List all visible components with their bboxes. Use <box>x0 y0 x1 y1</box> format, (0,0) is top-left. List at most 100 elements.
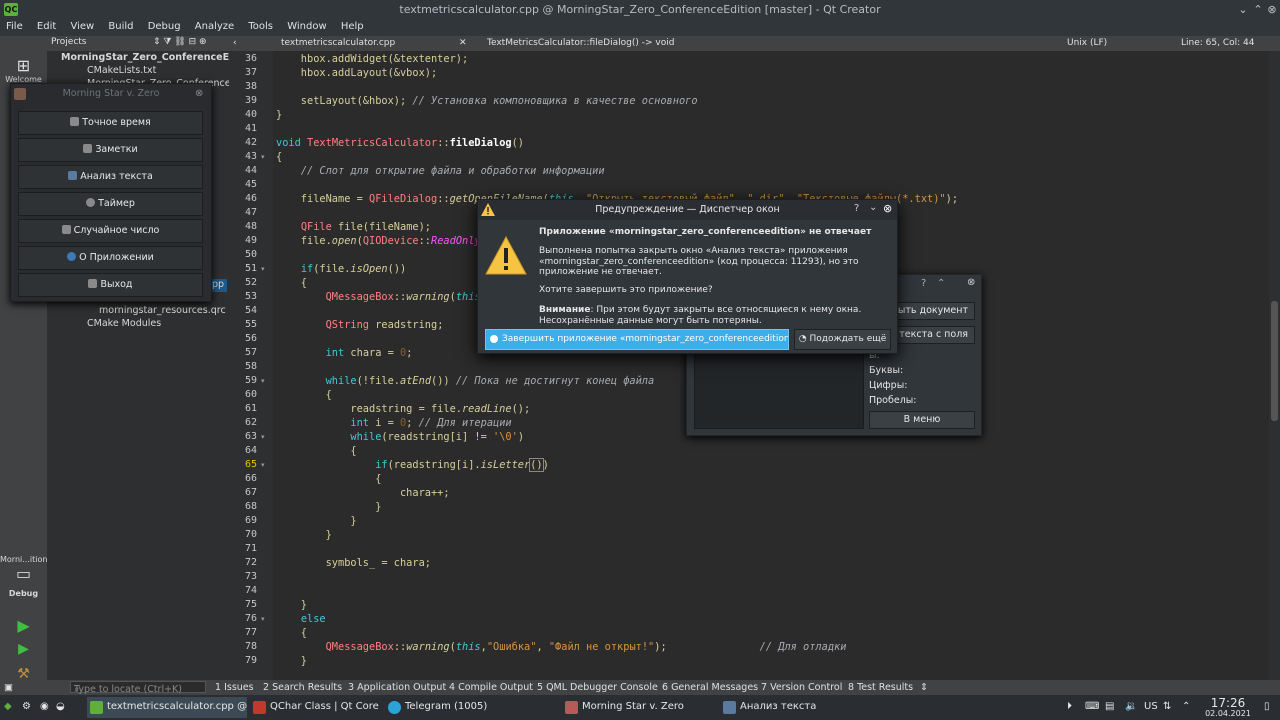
tab-issues[interactable]: 1 Issues <box>215 682 254 693</box>
about-button[interactable]: О Приложении <box>18 246 203 270</box>
browser-icon[interactable]: ◒ <box>56 701 65 712</box>
code-line[interactable]: } <box>276 599 307 611</box>
exit-button[interactable]: Выход <box>18 273 203 297</box>
code-line[interactable]: file.open(QIODevice::ReadOnly); <box>276 235 493 247</box>
code-line[interactable]: symbols_ = chara; <box>276 557 431 569</box>
menu-tools[interactable]: Tools <box>242 20 278 32</box>
menu-file[interactable]: File <box>0 20 28 32</box>
filter-icon[interactable]: ⇕ ⧩ ⛓ ⊟ ⊕ <box>153 37 207 47</box>
code-line[interactable]: } <box>276 515 356 527</box>
mode-welcome[interactable]: ⊞ Welcome <box>0 56 47 84</box>
code-line[interactable]: else <box>276 613 326 625</box>
code-line[interactable]: } <box>276 501 381 513</box>
scroll-thumb[interactable] <box>1271 301 1278 421</box>
code-line[interactable]: QMessageBox::warning(this <box>276 291 481 303</box>
tab-compile-output[interactable]: 4 Compile Output <box>449 682 533 693</box>
code-line[interactable]: { <box>276 473 381 485</box>
code-line[interactable]: QFile file(fileName); <box>276 221 431 233</box>
network-icon[interactable]: ⇅ <box>1163 701 1171 712</box>
tree-item-resources[interactable]: morningstar_resources.qrc <box>99 305 226 318</box>
code-line[interactable]: if(readstring[i].isLetter()) <box>276 458 549 472</box>
keyboard-layout[interactable]: US <box>1144 701 1158 712</box>
chevron-down-icon[interactable]: ⌄ <box>869 202 877 213</box>
menu-view[interactable]: View <box>64 20 99 32</box>
code-line[interactable]: if(file.isOpen()) <box>276 263 406 275</box>
clipboard-icon[interactable]: ▤ <box>1105 701 1114 712</box>
task-telegram[interactable]: Telegram (1005) <box>385 697 525 718</box>
fold-marker-icon[interactable]: ▾ <box>261 153 265 161</box>
code-line[interactable]: // Слот для открытие файла и обработки и… <box>276 165 605 177</box>
tab-general-messages[interactable]: 6 General Messages <box>662 682 758 693</box>
code-line[interactable]: hbox.addWidget(&textenter); <box>276 53 468 65</box>
notes-button[interactable]: Заметки <box>18 138 203 162</box>
code-line[interactable]: { <box>276 389 332 401</box>
tray-expand-icon[interactable]: ⌃ <box>1182 701 1190 712</box>
fold-marker-icon[interactable]: ▾ <box>261 265 265 273</box>
code-line[interactable]: readstring = file.readLine(); <box>276 403 530 415</box>
debug-run-icon[interactable]: ▶ <box>0 641 47 657</box>
app-launcher-icon[interactable]: ◆ <box>4 701 12 712</box>
timer-button[interactable]: Таймер <box>18 192 203 216</box>
sidebar-toggle-icon[interactable]: ▣ <box>4 682 13 693</box>
code-line[interactable]: chara++; <box>276 487 450 499</box>
clock-date[interactable]: 02.04.2021 <box>1200 709 1256 718</box>
wait-button[interactable]: ◔ Подождать ещё <box>794 329 891 350</box>
show-desktop-icon[interactable]: ▯ <box>1264 701 1270 712</box>
code-line[interactable]: int chara = 0; <box>276 347 413 359</box>
tab-qml-debugger[interactable]: 5 QML Debugger Console <box>537 682 658 693</box>
kit-selector[interactable]: Morni...ition ▭ Debug <box>0 555 47 598</box>
fold-marker-icon[interactable]: ▾ <box>261 377 265 385</box>
menu-window[interactable]: Window <box>281 20 331 32</box>
chevron-up-icon[interactable]: ⌃ <box>937 278 945 289</box>
exact-time-button[interactable]: Точное время <box>18 111 203 135</box>
code-line[interactable]: hbox.addLayout(&vbox); <box>276 67 437 79</box>
random-number-button[interactable]: Случайное число <box>18 219 203 243</box>
code-line[interactable]: { <box>276 277 307 289</box>
fold-marker-icon[interactable]: ▾ <box>261 615 265 623</box>
tree-item-cmake-modules[interactable]: CMake Modules <box>87 318 161 331</box>
back-arrow-icon[interactable]: ‹ <box>233 38 237 48</box>
task-text-analysis[interactable]: Анализ текста <box>720 697 875 718</box>
encoding-label[interactable]: Unix (LF) <box>1067 38 1107 48</box>
tree-item-cmakelists[interactable]: CMakeLists.txt <box>87 65 156 78</box>
code-line[interactable]: QString readstring; <box>276 319 444 331</box>
code-line[interactable]: setLayout(&hbox); // Установка компоновщ… <box>276 95 698 107</box>
chevron-up-icon[interactable]: ⌃ <box>1251 3 1265 17</box>
close-window-button[interactable]: ⊗ <box>1265 3 1279 17</box>
task-browser[interactable]: QChar Class | Qt Core 5.... <box>250 697 382 718</box>
tab-test-results[interactable]: 8 Test Results <box>848 682 913 693</box>
menu-build[interactable]: Build <box>102 20 138 32</box>
chevron-down-icon[interactable]: ⌄ <box>1236 3 1250 17</box>
menu-edit[interactable]: Edit <box>31 20 61 32</box>
task-morningstar[interactable]: Morning Star v. Zero <box>562 697 717 718</box>
code-line[interactable]: { <box>276 627 307 639</box>
code-line[interactable]: int i = 0; // Для итерации <box>276 417 511 429</box>
locate-input[interactable]: ⌕ Type to locate (Ctrl+K) <box>70 681 206 695</box>
code-line[interactable]: } <box>276 655 307 667</box>
menu-analyze[interactable]: Analyze <box>189 20 239 32</box>
tab-search-results[interactable]: 2 Search Results <box>263 682 342 693</box>
fold-marker-icon[interactable]: ▾ <box>261 461 265 469</box>
help-icon[interactable]: ? <box>921 278 926 289</box>
menu-help[interactable]: Help <box>335 20 369 32</box>
code-line[interactable]: QMessageBox::warning(this,"Ошибка", "Фай… <box>276 641 847 653</box>
text-analysis-button[interactable]: Анализ текста <box>18 165 203 189</box>
code-line[interactable]: { <box>276 445 356 457</box>
volume-icon[interactable]: 🔉 <box>1125 701 1137 712</box>
tree-item-project[interactable]: MorningStar_Zero_ConferenceE <box>61 52 229 65</box>
code-line[interactable]: { <box>276 151 282 163</box>
close-icon[interactable]: ⊗ <box>195 88 203 99</box>
settings-icon[interactable]: ⚙ <box>22 701 31 712</box>
code-line[interactable]: } <box>276 529 332 541</box>
run-icon[interactable]: ▶ <box>0 616 47 635</box>
file-combo[interactable]: textmetricscalculator.cpp <box>281 38 395 48</box>
discord-icon[interactable]: ◉ <box>40 701 49 712</box>
close-icon[interactable]: ⊗ <box>883 202 892 215</box>
close-document-icon[interactable]: ✕ <box>459 38 467 48</box>
text-area[interactable] <box>694 347 864 429</box>
code-line[interactable]: void TextMetricsCalculator::fileDialog() <box>276 137 524 149</box>
code-line[interactable]: while(!file.atEnd()) // Пока не достигну… <box>276 375 655 387</box>
more-tabs-icon[interactable]: ⇕ <box>920 682 928 693</box>
function-combo[interactable]: TextMetricsCalculator::fileDialog() -> v… <box>487 38 674 48</box>
editor-scrollbar[interactable] <box>1269 51 1280 680</box>
